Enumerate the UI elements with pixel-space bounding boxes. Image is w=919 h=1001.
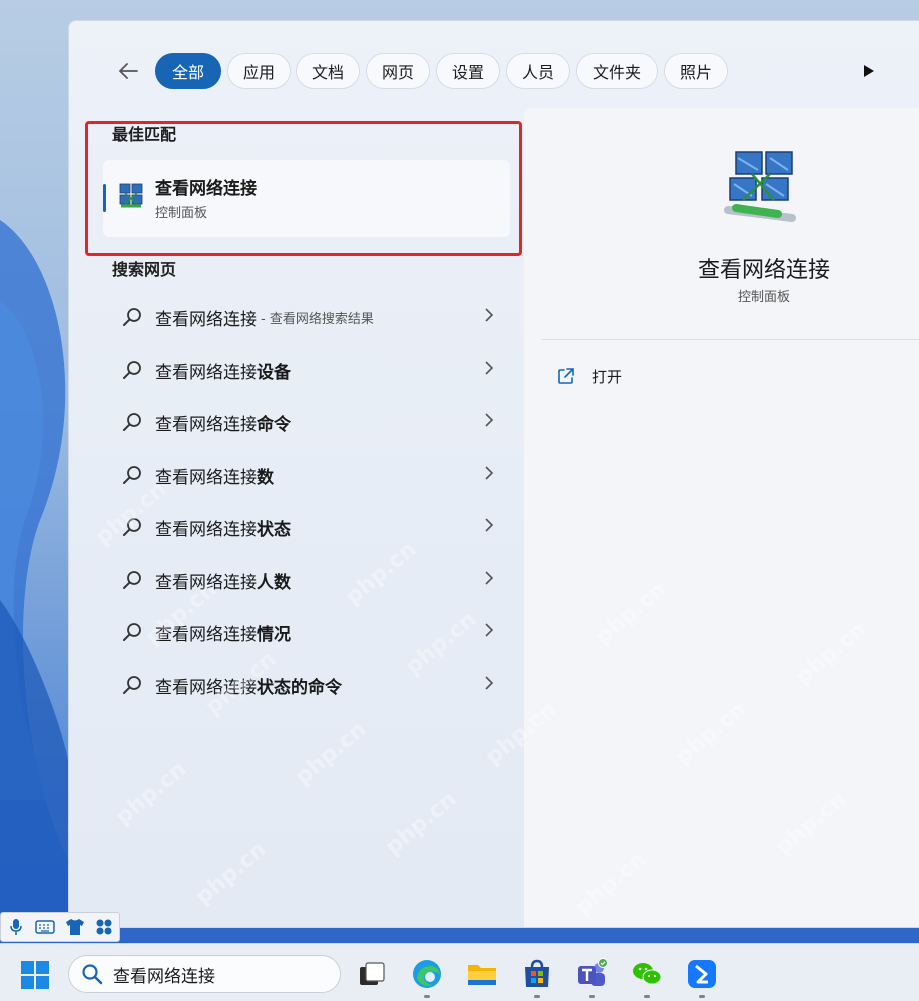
suggestion-text: 查看网络连接 [155, 677, 257, 698]
suggestion-bold-text: 人数 [257, 572, 291, 593]
watermark: php.cn [110, 756, 192, 831]
suggestion-bold-text: 状态的命令 [257, 677, 342, 698]
wechat-icon[interactable] [631, 958, 663, 990]
tab-folders[interactable]: 文件夹 [576, 53, 658, 89]
web-suggestion-row[interactable]: 查看网络连接情况 [103, 610, 498, 654]
play-triangle-icon[interactable] [861, 61, 877, 81]
chevron-right-icon [484, 412, 498, 432]
open-action-label: 打开 [592, 367, 623, 386]
keyboard-icon[interactable] [31, 913, 61, 941]
web-suggestion-row[interactable]: 查看网络连接设备 [103, 348, 498, 392]
search-icon [123, 676, 141, 694]
taskbar-search-box[interactable] [68, 955, 341, 993]
chevron-right-icon [484, 517, 498, 537]
suggestion-bold-text: 数 [257, 467, 274, 488]
running-indicator [424, 995, 430, 998]
search-icon [123, 413, 141, 431]
search-icon [123, 466, 141, 484]
teams-icon[interactable] [576, 958, 608, 990]
search-input[interactable] [113, 964, 323, 984]
chevron-right-icon [484, 360, 498, 380]
ime-toolbar [0, 912, 120, 942]
tab-settings[interactable]: 设置 [436, 53, 500, 89]
detail-title: 查看网络连接 [697, 258, 830, 283]
tab-people[interactable]: 人员 [506, 53, 570, 89]
windows-start-icon[interactable] [20, 960, 50, 990]
divider [542, 339, 919, 340]
suggestion-text: 查看网络连接 [155, 572, 257, 593]
suggestion-text: 查看网络连接 [155, 624, 257, 645]
open-external-icon [558, 368, 574, 384]
detail-subtitle: 控制面板 [737, 290, 790, 305]
web-suggestion-row[interactable]: 查看网络连接数 [103, 453, 498, 497]
search-icon [123, 361, 141, 379]
back-arrow-icon[interactable] [115, 59, 141, 83]
suggestion-bold-text: 命令 [257, 414, 291, 435]
web-suggestion-row[interactable]: 查看网络连接状态的命令 [103, 663, 498, 707]
watermark: php.cn [290, 716, 372, 791]
chevron-right-icon [484, 307, 498, 327]
search-icon [123, 308, 141, 326]
suggestion-text: 查看网络连接 [155, 467, 257, 488]
search-icon [123, 623, 141, 641]
running-indicator [534, 995, 540, 998]
suggestion-bold-text: 设备 [257, 362, 291, 383]
feishu-icon[interactable] [686, 958, 718, 990]
suggestion-text: 查看网络连接 [155, 309, 257, 330]
watermark: php.cn [190, 836, 272, 911]
running-indicator [699, 995, 705, 998]
network-connections-icon [724, 151, 796, 222]
taskbar [0, 943, 919, 1001]
running-indicator [589, 995, 595, 998]
suggestion-hint: - 查看网络搜索结果 [261, 311, 374, 327]
web-search-heading: 搜索网页 [112, 260, 177, 279]
highlight-annotation-box [85, 121, 522, 256]
suggestion-bold-text: 情况 [257, 624, 291, 645]
chevron-right-icon [484, 675, 498, 695]
web-suggestion-row[interactable]: 查看网络连接 - 查看网络搜索结果 [103, 295, 498, 339]
filter-bar: 全部 应用 文档 网页 设置 人员 文件夹 照片 [69, 51, 919, 91]
skin-shirt-icon[interactable] [60, 913, 90, 941]
chevron-right-icon [484, 570, 498, 590]
web-suggestion-row[interactable]: 查看网络连接状态 [103, 505, 498, 549]
search-icon [82, 964, 103, 985]
detail-pane: 查看网络连接 控制面板 打开 [524, 108, 919, 927]
suggestion-text: 查看网络连接 [155, 414, 257, 435]
search-icon [123, 518, 141, 536]
suggestion-text: 查看网络连接 [155, 519, 257, 540]
microsoft-store-icon[interactable] [521, 958, 553, 990]
suggestion-text: 查看网络连接 [155, 362, 257, 383]
tab-photos[interactable]: 照片 [664, 53, 728, 89]
microphone-icon[interactable] [1, 913, 31, 941]
open-action[interactable]: 打开 [556, 364, 622, 388]
tab-documents[interactable]: 文档 [296, 53, 360, 89]
chevron-right-icon [484, 622, 498, 642]
task-view-icon[interactable] [356, 958, 388, 990]
toolbox-grid-icon[interactable] [90, 913, 120, 941]
tab-web[interactable]: 网页 [366, 53, 430, 89]
web-suggestion-row[interactable]: 查看网络连接人数 [103, 558, 498, 602]
suggestion-bold-text: 状态 [257, 519, 291, 540]
web-suggestion-row[interactable]: 查看网络连接命令 [103, 400, 498, 444]
search-panel: 全部 应用 文档 网页 设置 人员 文件夹 照片 最佳匹配 查看网络连接 控制面… [68, 20, 919, 928]
tab-all[interactable]: 全部 [155, 53, 221, 89]
running-indicator [644, 995, 650, 998]
watermark: php.cn [380, 786, 462, 861]
edge-icon[interactable] [411, 958, 443, 990]
file-explorer-icon[interactable] [466, 958, 498, 990]
tab-apps[interactable]: 应用 [227, 53, 291, 89]
chevron-right-icon [484, 465, 498, 485]
search-icon [123, 571, 141, 589]
